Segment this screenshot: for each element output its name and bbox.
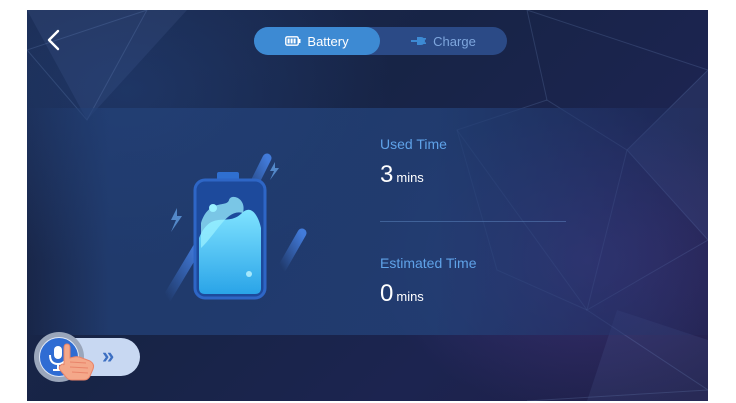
estimated-time-number: 0 [380, 280, 394, 307]
used-time-value: 3 mins [380, 161, 424, 189]
used-time-unit: mins [396, 170, 424, 185]
used-time-number: 3 [380, 161, 394, 188]
hand-icon [58, 343, 95, 381]
plug-icon [411, 37, 427, 45]
back-button[interactable] [43, 28, 67, 52]
info-panel [27, 108, 708, 335]
tab-charge[interactable]: Charge [380, 27, 507, 55]
tab-switcher: Battery Charge [254, 27, 507, 55]
tab-charge-label: Charge [433, 33, 476, 49]
battery-illustration-icon [162, 153, 307, 303]
tab-battery[interactable]: Battery [254, 27, 380, 55]
used-time-label: Used Time [380, 136, 447, 152]
estimated-time-label: Estimated Time [380, 255, 477, 271]
tab-battery-label: Battery [307, 33, 349, 49]
estimated-time-value: 0 mins [380, 280, 424, 308]
stats-divider [380, 221, 566, 222]
battery-icon [285, 36, 301, 46]
voice-button[interactable] [34, 332, 95, 382]
estimated-time-unit: mins [396, 289, 424, 304]
double-chevron-right-icon[interactable]: » [102, 343, 114, 369]
voice-assistant-widget: » [34, 332, 142, 382]
